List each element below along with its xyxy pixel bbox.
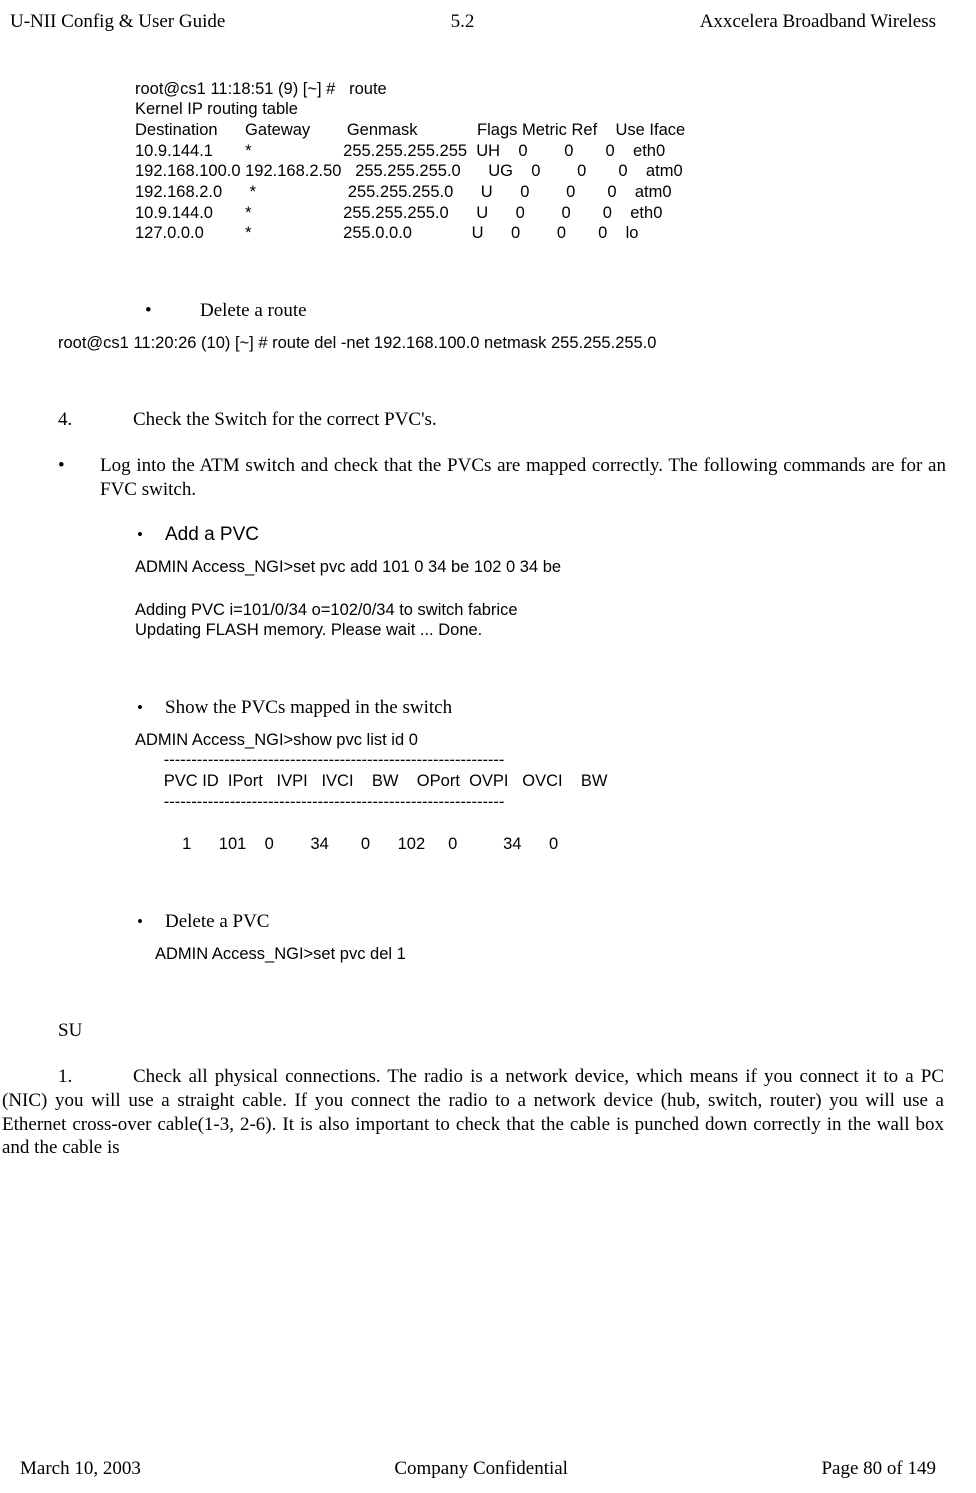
header-right: Axxcelera Broadband Wireless (700, 10, 936, 34)
show-pvc-command: ADMIN Access_NGI>show pvc list id 0 (135, 730, 946, 751)
show-pvc-header: PVC ID IPort IVPI IVCI BW OPort OVPI OVC… (150, 771, 946, 792)
route-command: root@cs1 11:18:51 (9) [~] # route (135, 79, 946, 100)
page: U-NII Config & User Guide 5.2 Axxcelera … (0, 0, 976, 1493)
show-pvc-sep: ----------------------------------------… (150, 750, 946, 771)
add-pvc-output: Adding PVC i=101/0/34 o=102/0/34 to swit… (135, 600, 946, 621)
bullet-label: Delete a route (200, 299, 307, 323)
bullet-label: Show the PVCs mapped in the switch (165, 696, 452, 720)
step-text: Check the Switch for the correct PVC's. (133, 408, 437, 432)
footer-left: March 10, 2003 (20, 1457, 141, 1481)
su-step-1: 1.Check all physical connections. The ra… (2, 1065, 944, 1160)
page-footer: March 10, 2003 Company Confidential Page… (10, 1457, 946, 1481)
bullet-icon: • (58, 454, 100, 502)
route-table-head: Destination Gateway Genmask Flags Metric… (135, 120, 946, 141)
delete-route-command: root@cs1 11:20:26 (10) [~] # route del -… (58, 333, 946, 354)
bullet-delete-pvc: • Delete a PVC (135, 910, 946, 934)
route-row: 127.0.0.0 * 255.0.0.0 U 0 0 0 lo (135, 223, 946, 244)
footer-right: Page 80 of 149 (821, 1457, 936, 1481)
page-content: root@cs1 11:18:51 (9) [~] # route Kernel… (0, 79, 946, 1160)
page-header: U-NII Config & User Guide 5.2 Axxcelera … (0, 10, 946, 34)
header-left: U-NII Config & User Guide (10, 10, 225, 34)
header-center: 5.2 (451, 10, 475, 34)
route-row: 192.168.2.0 * 255.255.255.0 U 0 0 0 atm0 (135, 182, 946, 203)
add-pvc-output: Updating FLASH memory. Please wait ... D… (135, 620, 946, 641)
bullet-icon: • (135, 911, 165, 932)
step-number: 1. (58, 1065, 133, 1089)
bullet-icon: • (135, 697, 165, 718)
su-heading: SU (58, 1019, 946, 1043)
bullet-delete-route: • Delete a route (135, 299, 946, 323)
step-number: 4. (58, 408, 133, 432)
delete-pvc-command: ADMIN Access_NGI>set pvc del 1 (155, 944, 946, 965)
route-table-title: Kernel IP routing table (135, 99, 946, 120)
step-text: Check all physical connections. The radi… (2, 1066, 944, 1158)
bullet-text: Log into the ATM switch and check that t… (100, 454, 946, 502)
route-row: 192.168.100.0 192.168.2.50 255.255.255.0… (135, 161, 946, 182)
bullet-show-pvc: • Show the PVCs mapped in the switch (135, 696, 946, 720)
bullet-icon: • (135, 299, 200, 323)
bullet-label: Delete a PVC (165, 910, 269, 934)
show-pvc-sep: ----------------------------------------… (150, 792, 946, 813)
route-row: 10.9.144.1 * 255.255.255.255 UH 0 0 0 et… (135, 141, 946, 162)
footer-center: Company Confidential (394, 1457, 568, 1481)
add-pvc-command: ADMIN Access_NGI>set pvc add 101 0 34 be… (135, 557, 946, 578)
show-pvc-row: 1 101 0 34 0 102 0 34 0 (150, 834, 946, 855)
bullet-icon: • (135, 524, 165, 545)
bullet-log-switch: • Log into the ATM switch and check that… (58, 454, 946, 502)
bullet-add-pvc: • Add a PVC (135, 523, 946, 547)
route-row: 10.9.144.0 * 255.255.255.0 U 0 0 0 eth0 (135, 203, 946, 224)
step-4: 4. Check the Switch for the correct PVC'… (58, 408, 946, 432)
bullet-label: Add a PVC (165, 523, 259, 547)
